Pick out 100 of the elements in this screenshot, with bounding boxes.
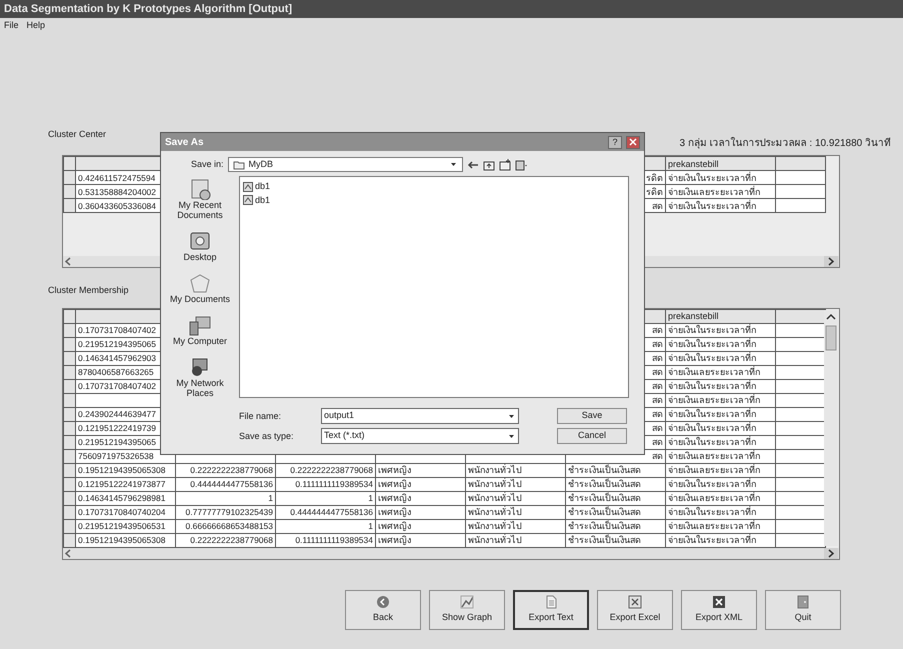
field-label: File name: bbox=[239, 410, 282, 423]
toolbar-button[interactable]: Show Graph bbox=[429, 590, 505, 630]
table-cell: 0.12195122241973877 bbox=[76, 477, 176, 491]
door-icon bbox=[796, 594, 810, 609]
help-button[interactable]: ? bbox=[608, 136, 622, 148]
x-box-icon bbox=[712, 594, 726, 609]
table-cell bbox=[776, 170, 826, 184]
back-arrow-icon[interactable] bbox=[466, 158, 479, 170]
table-cell: จ่ายเงินเลยระยะเวลาที่ก bbox=[666, 491, 776, 505]
table-cell: จ่ายเงินเลยระยะเวลาที่ก bbox=[666, 449, 776, 463]
table-cell: จ่ายเงินในระยะเวลาที่ก bbox=[666, 337, 776, 351]
table-cell bbox=[776, 198, 826, 212]
table-cell: 0.2222222238779068 bbox=[176, 463, 276, 477]
table-cell: เพศหญิง bbox=[376, 477, 466, 491]
column-header: prekanstebill bbox=[666, 309, 776, 323]
table-cell: จ่ายเงินในระยะเวลาที่ก bbox=[666, 198, 776, 212]
places-shortcut[interactable]: My Documents bbox=[163, 272, 237, 304]
table-cell: 0.1111111119389534 bbox=[276, 477, 376, 491]
field-label: Save as type: bbox=[239, 430, 294, 443]
database-file-icon bbox=[243, 182, 253, 192]
table-cell bbox=[776, 184, 826, 198]
table-cell: จ่ายเงินในระยะเวลาที่ก bbox=[666, 533, 776, 547]
database-file-icon bbox=[243, 195, 253, 206]
file-name-field[interactable]: output1 bbox=[321, 408, 519, 424]
table-cell: 0.21951219439506531 bbox=[76, 519, 176, 533]
table-cell: จ่ายเงินในระยะเวลาที่ก bbox=[666, 379, 776, 393]
table-cell: พนักงานทั่วไป bbox=[466, 505, 566, 519]
table-cell: 0.2222222238779068 bbox=[176, 533, 276, 547]
toolbar-button[interactable]: Quit bbox=[765, 590, 841, 630]
table-cell: 0.4444444477558136 bbox=[176, 477, 276, 491]
table-cell: พนักงานทั่วไป bbox=[466, 533, 566, 547]
table-cell: 0.14634145796298981 bbox=[76, 491, 176, 505]
table-cell: 0.4444444477558136 bbox=[276, 505, 376, 519]
table-cell: ชำระเงินเป็นเงินสด bbox=[566, 491, 666, 505]
table-cell: 0.2222222238779068 bbox=[276, 463, 376, 477]
summary-text: 3 กลุ่ม เวลาในการประมวลผล : 10.921880 วินาที bbox=[679, 136, 891, 151]
table-cell: 0.66666668653488153 bbox=[176, 519, 276, 533]
table-cell: จ่ายเงินในระยะเวลาที่ก bbox=[666, 170, 776, 184]
table-cell: ชำระเงินเป็นเงินสด bbox=[566, 519, 666, 533]
window-title: Data Segmentation by K Prototypes Algorithm [Output] bbox=[4, 2, 292, 17]
table-cell: ชำระเงินเป็นเงินสด bbox=[566, 505, 666, 519]
file-type-dropdown[interactable]: Text (*.txt) bbox=[321, 428, 519, 444]
close-icon bbox=[629, 138, 637, 146]
menu-item[interactable]: Help bbox=[26, 19, 46, 31]
database-entry[interactable]: db1 bbox=[243, 194, 270, 207]
toolbar-button[interactable]: Export Excel bbox=[597, 590, 673, 630]
places-shortcut[interactable]: Desktop bbox=[163, 230, 237, 262]
new-folder-icon[interactable] bbox=[498, 158, 511, 170]
field-label: Save in: bbox=[191, 158, 224, 171]
toolbar-button[interactable]: Export Text bbox=[513, 590, 589, 630]
table-cell: พนักงานทั่วไป bbox=[466, 491, 566, 505]
table-cell: พนักงานทั่วไป bbox=[466, 519, 566, 533]
table-cell: 0.19512194395065308 bbox=[76, 463, 176, 477]
up-folder-icon[interactable] bbox=[482, 158, 495, 170]
table-cell: เพศหญิง bbox=[376, 519, 466, 533]
section-label: Cluster Center bbox=[48, 128, 106, 141]
table-cell: จ่ายเงินเลยระยะเวลาที่ก bbox=[666, 463, 776, 477]
table-cell: จ่ายเงินเลยระยะเวลาที่ก bbox=[666, 519, 776, 533]
table-cell: 0.1111111119389534 bbox=[276, 533, 376, 547]
column-header: prekanstebill bbox=[666, 156, 776, 170]
close-button[interactable] bbox=[626, 136, 640, 148]
toolbar-button[interactable]: Export XML bbox=[681, 590, 757, 630]
table-cell: ชำระเงินเป็นเงินสด bbox=[566, 463, 666, 477]
view-menu-icon[interactable] bbox=[514, 158, 527, 170]
desktop-icon bbox=[188, 230, 212, 252]
table-cell: 0.19512194395065308 bbox=[76, 533, 176, 547]
table-cell: 0.17073170840740204 bbox=[76, 505, 176, 519]
section-label: Cluster Membership bbox=[48, 284, 129, 297]
table-cell: พนักงานทั่วไป bbox=[466, 463, 566, 477]
table-cell: 1 bbox=[276, 519, 376, 533]
document-icon bbox=[544, 594, 558, 609]
dialog-title: Save As bbox=[165, 136, 204, 150]
table-cell: 1 bbox=[176, 491, 276, 505]
folder-icon bbox=[232, 160, 245, 170]
table-cell: จ่ายเงินในระยะเวลาที่ก bbox=[666, 477, 776, 491]
table-cell: จ่ายเงินในระยะเวลาที่ก bbox=[666, 407, 776, 421]
toolbar-button[interactable]: Back bbox=[345, 590, 421, 630]
menu-item[interactable]: File bbox=[4, 19, 19, 31]
table-cell: 1 bbox=[276, 491, 376, 505]
line-chart-icon bbox=[460, 594, 474, 609]
table-cell: 0.77777779102325439 bbox=[176, 505, 276, 519]
location-dropdown[interactable]: MyDB bbox=[228, 157, 463, 172]
table-cell: ชำระเงินเป็นเงินสด bbox=[566, 477, 666, 491]
table-cell: เพศหญิง bbox=[376, 491, 466, 505]
table-cell: ชำระเงินเป็นเงินสด bbox=[566, 533, 666, 547]
table-cell: จ่ายเงินเลยระยะเวลาที่ก bbox=[666, 365, 776, 379]
spreadsheet-icon bbox=[628, 594, 642, 609]
table-cell: เพศหญิง bbox=[376, 533, 466, 547]
table-cell: จ่ายเงินเลยระยะเวลาที่ก bbox=[666, 393, 776, 407]
table-cell: พนักงานทั่วไป bbox=[466, 477, 566, 491]
table-cell: จ่ายเงินในระยะเวลาที่ก bbox=[666, 323, 776, 337]
table-cell: จ่ายเงินในระยะเวลาที่ก bbox=[666, 351, 776, 365]
table-cell: จ่ายเงินในระยะเวลาที่ก bbox=[666, 435, 776, 449]
dialog-button[interactable]: Cancel bbox=[557, 428, 627, 444]
table-cell: จ่ายเงินเลยระยะเวลาที่ก bbox=[666, 184, 776, 198]
database-entry[interactable]: db1 bbox=[243, 180, 270, 194]
table-cell: เพศหญิง bbox=[376, 505, 466, 519]
table-cell: เพศหญิง bbox=[376, 463, 466, 477]
computer-icon bbox=[188, 314, 212, 336]
dialog-button[interactable]: Save bbox=[557, 408, 627, 424]
